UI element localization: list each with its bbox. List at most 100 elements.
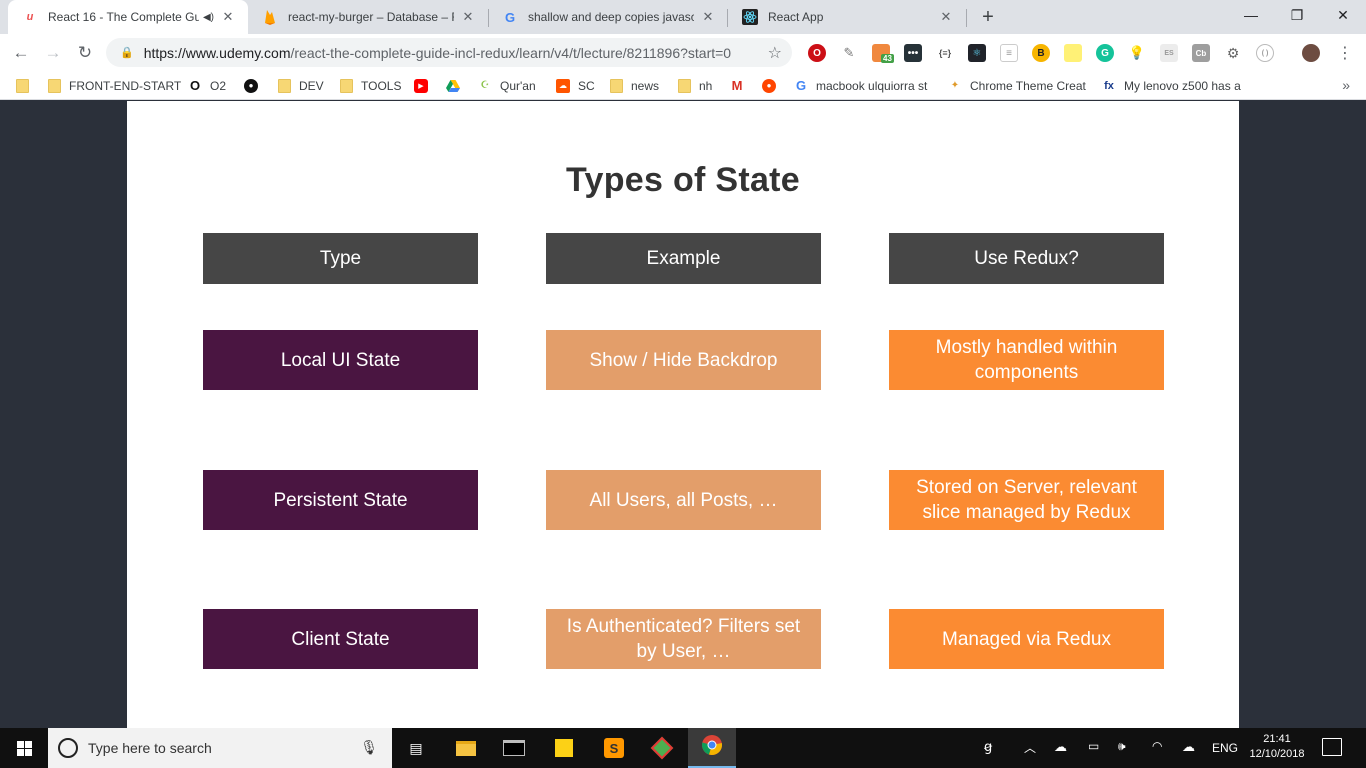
chrome-icon bbox=[701, 734, 723, 761]
reload-icon: ↻ bbox=[77, 43, 93, 62]
forward-button[interactable]: → bbox=[40, 40, 66, 66]
folder-icon bbox=[16, 78, 29, 93]
bookmark-label: TOOLS bbox=[361, 78, 402, 93]
fix-icon: fx bbox=[1104, 79, 1114, 92]
close-tab-icon[interactable]: ✕ bbox=[700, 9, 716, 25]
folder-icon bbox=[340, 78, 353, 93]
bookmark-label: macbook ulquiorra st bbox=[816, 78, 928, 93]
opera-icon[interactable]: O bbox=[808, 44, 826, 62]
bookmark-tools[interactable]: TOOLS bbox=[340, 77, 401, 94]
bookmark-youtube[interactable]: ▶ bbox=[414, 77, 436, 94]
cloud-upload-icon[interactable]: ☁ bbox=[1182, 739, 1195, 755]
bookmark-sc[interactable]: ☁ SC bbox=[556, 77, 595, 94]
maximize-button[interactable]: ❐ bbox=[1274, 0, 1320, 30]
chevron-up-icon[interactable]: ︿ bbox=[1024, 739, 1036, 756]
language-indicator[interactable]: ENG bbox=[1212, 741, 1238, 755]
extension-icon[interactable]: 43 bbox=[872, 44, 894, 63]
back-button[interactable]: ← bbox=[8, 40, 34, 66]
bookmark-macbook[interactable]: Gmacbook ulquiorra st bbox=[794, 77, 927, 94]
taskbar-search[interactable]: Type here to search 🎙 bbox=[48, 728, 392, 768]
close-tab-icon[interactable]: ✕ bbox=[460, 9, 476, 25]
soundcloud-icon: ☁ bbox=[556, 78, 570, 93]
grammarly-icon[interactable]: G bbox=[1096, 44, 1114, 62]
start-button[interactable] bbox=[0, 728, 48, 768]
header-example: Example bbox=[546, 233, 821, 284]
chrome-button[interactable] bbox=[688, 728, 736, 768]
pencil-icon[interactable]: ✎ bbox=[840, 44, 858, 62]
tab-udemy[interactable]: u React 16 - The Complete Gui ◀) ✕ bbox=[8, 0, 248, 34]
reload-button[interactable]: ↻ bbox=[72, 40, 98, 66]
battery-icon[interactable]: ▭ bbox=[1088, 739, 1099, 753]
dots-icon[interactable]: ••• bbox=[904, 44, 922, 62]
address-bar[interactable]: 🔒 https://www.udemy.com/react-the-comple… bbox=[106, 38, 792, 67]
notification-center-icon[interactable] bbox=[1322, 738, 1342, 756]
bookmark-nh[interactable]: nh bbox=[678, 77, 712, 94]
bookmarks-overflow-button[interactable]: » bbox=[1342, 77, 1350, 93]
bookmark-folder[interactable] bbox=[16, 77, 37, 94]
bookmark-reddit[interactable]: ● bbox=[762, 77, 784, 94]
folder-icon bbox=[278, 78, 291, 93]
json-icon[interactable]: {≡} bbox=[936, 44, 954, 62]
avatar[interactable] bbox=[1302, 44, 1320, 62]
sticky-notes-icon bbox=[555, 739, 573, 757]
bookmark-gmail[interactable]: M bbox=[730, 77, 752, 94]
header-use-redux: Use Redux? bbox=[889, 233, 1164, 284]
arrow-left-icon: ← bbox=[12, 43, 30, 62]
tab-firebase[interactable]: react-my-burger – Database – Fir ✕ bbox=[248, 0, 488, 34]
react-devtools-icon[interactable]: ⚛ bbox=[968, 44, 986, 62]
windows-taskbar: Type here to search 🎙 ▤ S ꞡ ︿ ☁ ▭ 🕪 ◠ ☁ … bbox=[0, 728, 1366, 768]
bookmark-label: FRONT-END-START bbox=[69, 78, 182, 93]
bookmark-chrome-theme[interactable]: ✦ Chrome Theme Creat bbox=[948, 77, 1086, 94]
wifi-icon[interactable]: ◠ bbox=[1152, 739, 1162, 753]
bookmark-front-end-start[interactable]: FRONT-END-START bbox=[48, 77, 181, 94]
new-tab-button[interactable]: + bbox=[976, 5, 1000, 29]
github-icon: ● bbox=[244, 78, 258, 93]
reddit-icon: ● bbox=[762, 78, 776, 93]
circle-ext-icon[interactable]: ( ) bbox=[1256, 44, 1274, 62]
es-icon[interactable]: ES bbox=[1160, 44, 1178, 62]
close-tab-icon[interactable]: ✕ bbox=[220, 9, 236, 25]
folder-icon bbox=[456, 740, 476, 756]
volume-icon[interactable]: 🕪 bbox=[1118, 739, 1126, 754]
folder-icon bbox=[48, 78, 61, 93]
bookmark-github[interactable]: ● bbox=[244, 77, 266, 94]
task-view-button[interactable]: ▤ bbox=[392, 728, 440, 768]
terminal-icon bbox=[503, 740, 525, 756]
tab-shallow-copies[interactable]: G shallow and deep copies javascri ✕ bbox=[488, 0, 728, 34]
lock-icon: 🔒 bbox=[120, 47, 134, 59]
bookmark-star-icon[interactable]: ☆ bbox=[768, 43, 782, 63]
close-window-button[interactable]: ✕ bbox=[1320, 0, 1366, 30]
microphone-icon[interactable]: 🎙 bbox=[360, 739, 378, 756]
file-explorer-button[interactable] bbox=[442, 728, 490, 768]
git-button[interactable] bbox=[638, 728, 686, 768]
people-icon[interactable]: ꞡ bbox=[984, 739, 992, 755]
reader-icon[interactable]: ≡ bbox=[1000, 44, 1018, 62]
system-clock[interactable]: 21:41 12/10/2018 bbox=[1244, 732, 1310, 762]
onedrive-icon[interactable]: ☁ bbox=[1054, 739, 1067, 755]
cell-use-redux: Stored on Server, relevant slice managed… bbox=[889, 470, 1164, 530]
sticky-notes-button[interactable] bbox=[540, 728, 588, 768]
bookmark-label: news bbox=[631, 78, 660, 93]
gear-icon[interactable]: ⚙ bbox=[1224, 44, 1242, 62]
menu-button[interactable]: ⋮ bbox=[1332, 40, 1358, 66]
bulb-icon[interactable]: 💡 bbox=[1128, 44, 1146, 62]
browser-toolbar: ← → ↻ 🔒 https://www.udemy.com/react-the-… bbox=[0, 34, 1366, 71]
more-vert-icon: ⋮ bbox=[1337, 45, 1353, 62]
b-icon[interactable]: B bbox=[1032, 44, 1050, 62]
tab-react-app[interactable]: React App ✕ bbox=[728, 0, 966, 34]
bookmark-o2[interactable]: O O2 bbox=[188, 77, 226, 94]
bookmark-dev[interactable]: DEV bbox=[278, 77, 324, 94]
speaker-icon[interactable]: ◀) bbox=[203, 12, 214, 23]
sublime-button[interactable]: S bbox=[590, 728, 638, 768]
bookmark-lenovo[interactable]: fx My lenovo z500 has a bbox=[1102, 77, 1241, 94]
theme-icon: ✦ bbox=[950, 80, 960, 91]
terminal-button[interactable] bbox=[490, 728, 538, 768]
bookmark-news[interactable]: news bbox=[610, 77, 659, 94]
minimize-button[interactable]: — bbox=[1228, 0, 1274, 30]
close-tab-icon[interactable]: ✕ bbox=[938, 9, 954, 25]
cell-type: Local UI State bbox=[203, 330, 478, 390]
bookmark-drive[interactable] bbox=[446, 77, 468, 94]
note-icon[interactable] bbox=[1064, 44, 1082, 62]
cb-icon[interactable]: Cb bbox=[1192, 44, 1210, 62]
bookmark-quran[interactable]: ☪ Qur'an bbox=[478, 77, 536, 94]
